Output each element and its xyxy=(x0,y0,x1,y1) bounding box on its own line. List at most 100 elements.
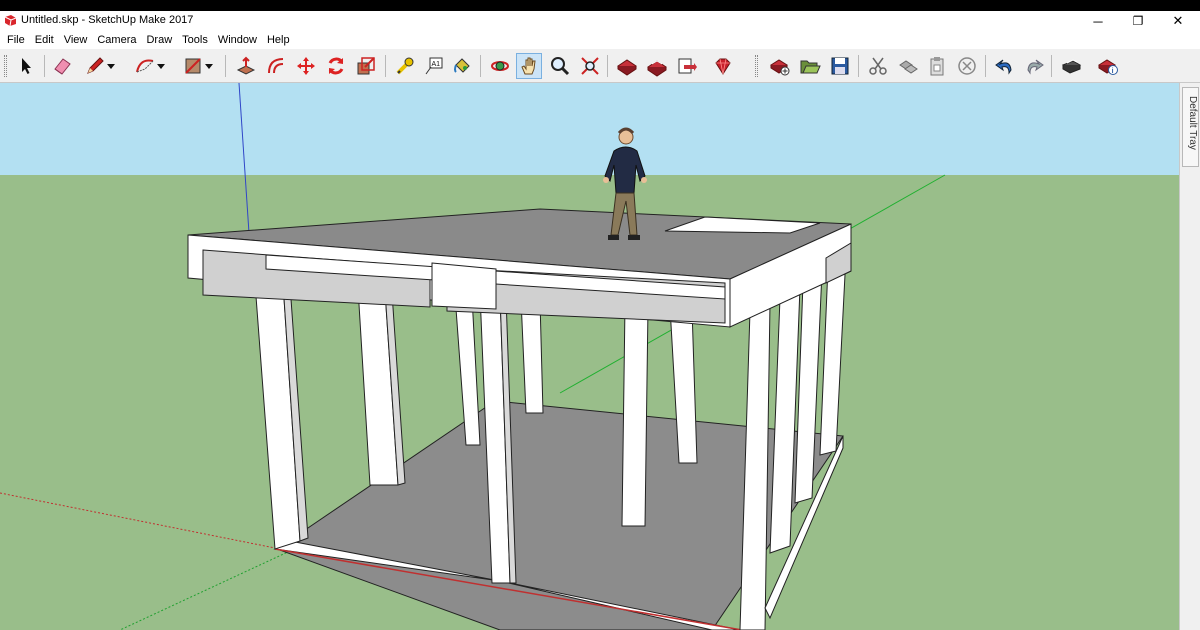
rectangle-icon xyxy=(185,58,201,74)
menu-edit[interactable]: Edit xyxy=(30,34,59,46)
default-tray-tab[interactable]: Default Tray xyxy=(1182,87,1199,167)
paint-bucket-tool[interactable] xyxy=(449,53,475,79)
toolbar-separator xyxy=(858,55,859,77)
sketchup-window: Untitled.skp - SketchUp Make 2017 ─ ❐ ✕ … xyxy=(0,11,1200,630)
zoom-tool[interactable] xyxy=(547,53,573,79)
rotate-tool[interactable] xyxy=(323,53,349,79)
minimize-button[interactable]: ─ xyxy=(1078,11,1118,31)
hand-icon xyxy=(521,57,536,75)
menu-window[interactable]: Window xyxy=(213,34,262,46)
main-toolbar: A1 i xyxy=(0,49,1200,83)
select-tool[interactable] xyxy=(13,53,39,79)
paint-bucket-icon xyxy=(454,58,470,73)
rectangle-tool-dropdown[interactable] xyxy=(202,53,216,79)
model-info-icon: i xyxy=(1098,59,1118,75)
3d-viewport[interactable] xyxy=(0,83,1179,630)
column xyxy=(621,304,649,527)
copy-button[interactable] xyxy=(895,53,921,79)
toolbar-separator xyxy=(985,55,986,77)
copy-icon xyxy=(899,60,918,74)
print-button[interactable] xyxy=(1058,53,1084,79)
menu-camera[interactable]: Camera xyxy=(92,34,141,46)
orbit-icon xyxy=(491,61,509,71)
rotate-icon xyxy=(328,57,344,75)
scissors-icon xyxy=(869,57,887,75)
share-model-icon xyxy=(647,60,667,77)
eraser-tool[interactable] xyxy=(49,53,75,79)
eraser-icon xyxy=(54,58,71,75)
3d-warehouse-button[interactable] xyxy=(614,53,640,79)
open-file-button[interactable] xyxy=(797,53,823,79)
menu-tools[interactable]: Tools xyxy=(177,34,213,46)
ruby-gem-icon xyxy=(715,58,731,75)
menu-help[interactable]: Help xyxy=(262,34,295,46)
push-pull-icon xyxy=(236,56,256,75)
default-tray-label: Default Tray xyxy=(1187,96,1198,150)
sketchup-logo-icon xyxy=(4,15,17,27)
window-title: Untitled.skp - SketchUp Make 2017 xyxy=(21,14,194,26)
push-pull-tool[interactable] xyxy=(233,53,259,79)
toolbar-grip[interactable] xyxy=(4,55,7,77)
menu-draw[interactable]: Draw xyxy=(141,34,177,46)
toolbar-separator xyxy=(385,55,386,77)
toolbar-grip[interactable] xyxy=(755,55,758,77)
tape-measure-tool[interactable] xyxy=(392,53,418,79)
close-button[interactable]: ✕ xyxy=(1158,11,1198,31)
new-file-icon xyxy=(770,59,790,76)
extension-warehouse-button[interactable] xyxy=(710,53,736,79)
printer-icon xyxy=(1061,59,1082,74)
move-icon xyxy=(297,57,315,75)
orbit-tool[interactable] xyxy=(487,53,513,79)
paste-button[interactable] xyxy=(924,53,950,79)
pencil-icon xyxy=(87,57,104,74)
share-component-icon xyxy=(678,58,697,74)
model-scene xyxy=(0,83,1179,630)
line-tool-dropdown[interactable] xyxy=(104,53,118,79)
cut-button[interactable] xyxy=(865,53,891,79)
arc-icon xyxy=(136,59,154,73)
toolbar-separator xyxy=(1051,55,1052,77)
floppy-disk-icon xyxy=(831,57,849,75)
zoom-extents-icon xyxy=(581,57,599,75)
clipboard-icon xyxy=(930,57,944,76)
arc-tool-dropdown[interactable] xyxy=(154,53,168,79)
toolbar-separator xyxy=(44,55,45,77)
svg-text:A1: A1 xyxy=(432,61,441,68)
select-arrow-icon xyxy=(22,58,31,74)
default-tray: Default Tray xyxy=(1179,83,1200,630)
model-info-button[interactable]: i xyxy=(1095,53,1121,79)
toolbar-separator xyxy=(480,55,481,77)
offset-tool[interactable] xyxy=(263,53,289,79)
undo-button[interactable] xyxy=(992,53,1018,79)
screen-top-edge xyxy=(0,0,1200,11)
circle-x-icon xyxy=(958,57,976,75)
redo-button[interactable] xyxy=(1021,53,1047,79)
new-file-button[interactable] xyxy=(767,53,793,79)
caret-down-icon xyxy=(107,64,115,69)
menu-view[interactable]: View xyxy=(59,34,93,46)
undo-icon xyxy=(995,59,1012,75)
beam-face xyxy=(431,262,497,310)
caret-down-icon xyxy=(157,64,165,69)
toolbar-separator xyxy=(607,55,608,77)
tape-measure-icon xyxy=(396,57,414,75)
toolbar-separator xyxy=(225,55,226,77)
zoom-extents-tool[interactable] xyxy=(577,53,603,79)
save-button[interactable] xyxy=(827,53,853,79)
move-tool[interactable] xyxy=(293,53,319,79)
text-icon: A1 xyxy=(425,57,443,75)
share-model-button[interactable] xyxy=(644,53,670,79)
open-folder-icon xyxy=(800,60,821,74)
restore-button[interactable]: ❐ xyxy=(1118,11,1158,31)
share-component-button[interactable] xyxy=(674,53,700,79)
scale-tool[interactable] xyxy=(353,53,379,79)
redo-icon xyxy=(1027,59,1044,75)
menu-file[interactable]: File xyxy=(2,34,30,46)
offset-icon xyxy=(268,58,284,74)
title-bar: Untitled.skp - SketchUp Make 2017 ─ ❐ ✕ xyxy=(0,11,1200,31)
caret-down-icon xyxy=(205,64,213,69)
menu-bar: File Edit View Camera Draw Tools Window … xyxy=(0,31,1200,49)
text-tool[interactable]: A1 xyxy=(421,53,447,79)
pan-tool[interactable] xyxy=(516,53,542,79)
erase-button[interactable] xyxy=(954,53,980,79)
